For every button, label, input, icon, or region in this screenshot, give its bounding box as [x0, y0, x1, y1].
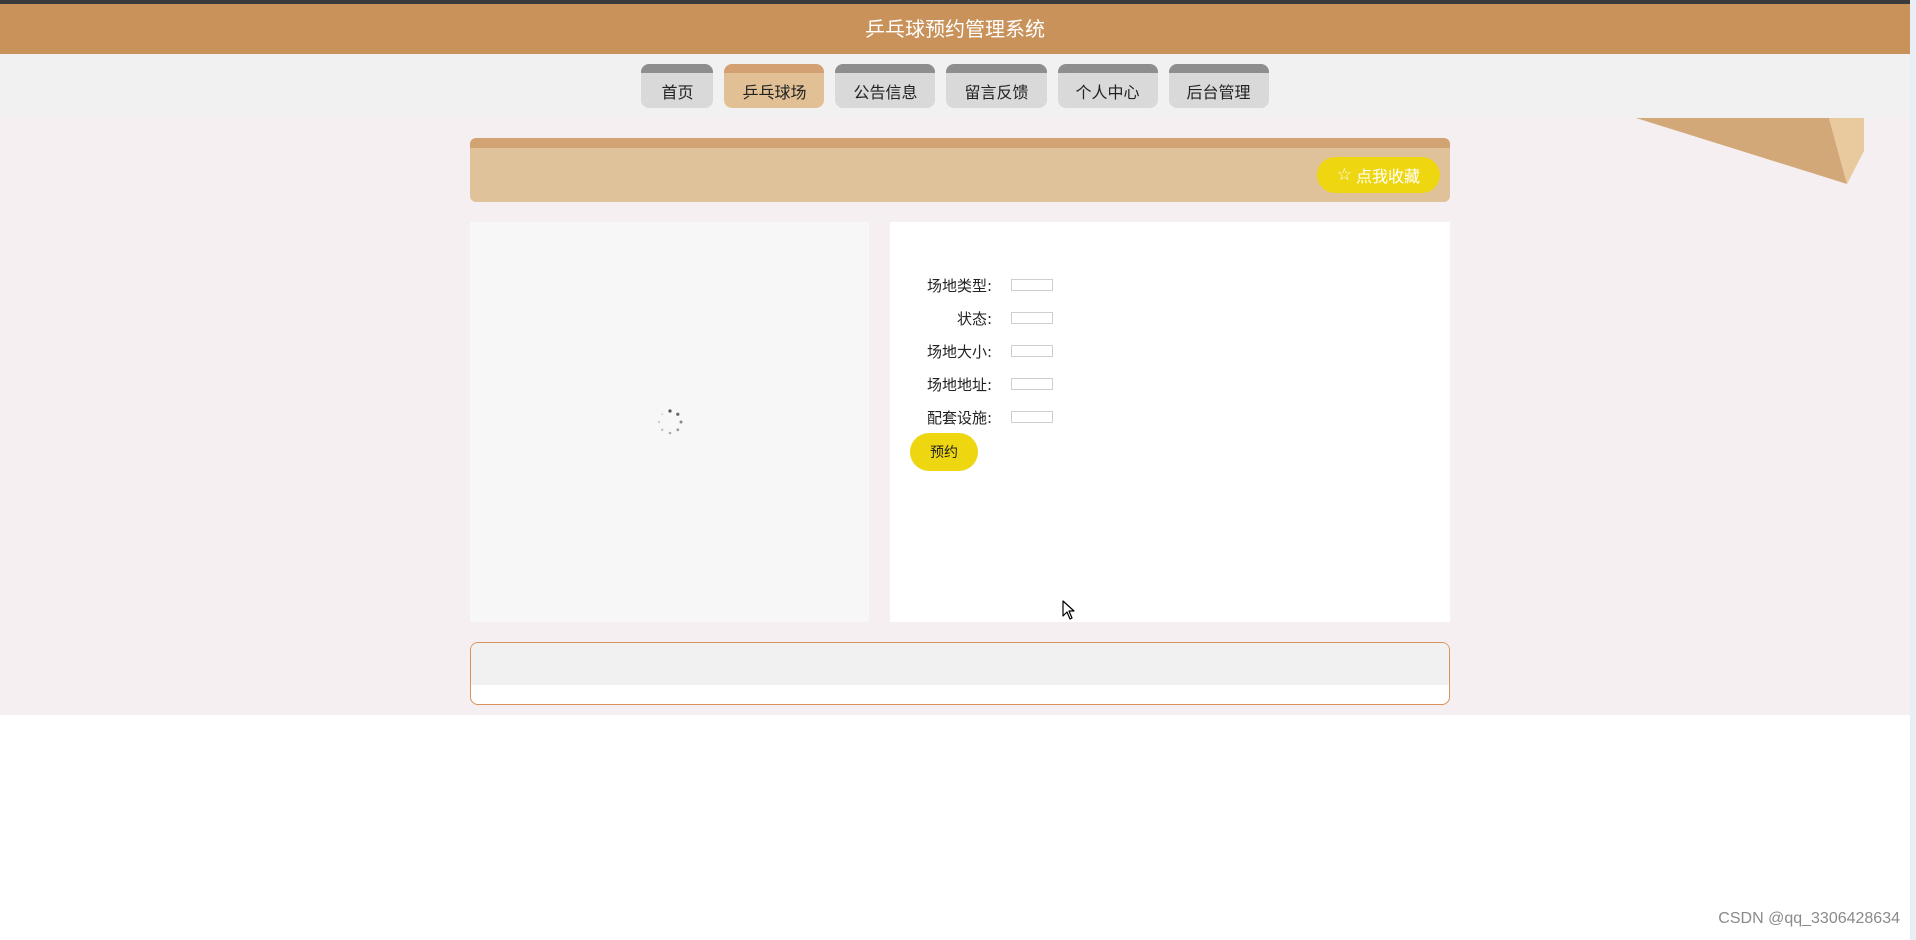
- nav-item-label: 首页: [661, 82, 694, 102]
- field-value: [1011, 345, 1053, 357]
- scrollbar-edge[interactable]: [1910, 0, 1916, 940]
- field-label: 状态:: [956, 310, 992, 328]
- field-label: 配套设施:: [926, 409, 992, 427]
- detail-banner: ☆ 点我收藏: [470, 138, 1450, 202]
- favorite-button[interactable]: ☆ 点我收藏: [1316, 157, 1440, 193]
- image-panel: [470, 222, 869, 622]
- field-label: 场地类型:: [926, 277, 992, 295]
- nav-item-label: 后台管理: [1186, 82, 1251, 102]
- reserve-button[interactable]: 预约: [910, 433, 978, 471]
- field-facilities: 配套设施:: [890, 399, 1450, 432]
- comment-section: [470, 642, 1450, 705]
- mouse-cursor-icon: [1062, 600, 1075, 620]
- field-venue-address: 场地地址:: [890, 366, 1450, 399]
- star-outline-icon: ☆: [1336, 165, 1352, 185]
- field-value: [1011, 279, 1053, 291]
- nav-item-admin[interactable]: 后台管理: [1168, 64, 1269, 108]
- field-venue-type: 场地类型:: [890, 267, 1450, 300]
- comment-section-header: [471, 643, 1449, 685]
- field-label: 场地地址:: [926, 376, 992, 394]
- nav-item-home[interactable]: 首页: [641, 64, 714, 108]
- favorite-label: 点我收藏: [1355, 167, 1420, 186]
- nav-item-label: 公告信息: [853, 82, 918, 102]
- watermark: CSDN @qq_3306428634: [1718, 910, 1900, 927]
- loading-spinner-icon: [657, 409, 683, 435]
- decorative-corner-shape: [1636, 118, 1864, 184]
- main-nav: 首页 乒乓球场 公告信息 留言反馈 个人中心 后台管理: [0, 64, 1910, 108]
- nav-item-label: 留言反馈: [964, 82, 1029, 102]
- nav-item-announcements[interactable]: 公告信息: [835, 64, 936, 108]
- field-label: 场地大小:: [926, 343, 992, 361]
- field-venue-size: 场地大小:: [890, 333, 1450, 366]
- field-value: [1011, 411, 1053, 423]
- nav-item-label: 乒乓球场: [742, 82, 807, 102]
- field-value: [1011, 378, 1053, 390]
- site-title: 乒乓球预约管理系统: [865, 17, 1045, 41]
- nav-item-profile[interactable]: 个人中心: [1057, 64, 1158, 108]
- nav-item-feedback[interactable]: 留言反馈: [946, 64, 1047, 108]
- field-status: 状态:: [890, 300, 1450, 333]
- site-header: 乒乓球预约管理系统: [0, 4, 1910, 54]
- reserve-label: 预约: [930, 445, 958, 461]
- nav-item-label: 个人中心: [1075, 82, 1140, 102]
- field-value: [1011, 312, 1053, 324]
- nav-item-tables[interactable]: 乒乓球场: [724, 64, 825, 108]
- info-panel: 场地类型: 状态: 场地大小: 场地地址: 配套设施: 预约: [890, 222, 1450, 622]
